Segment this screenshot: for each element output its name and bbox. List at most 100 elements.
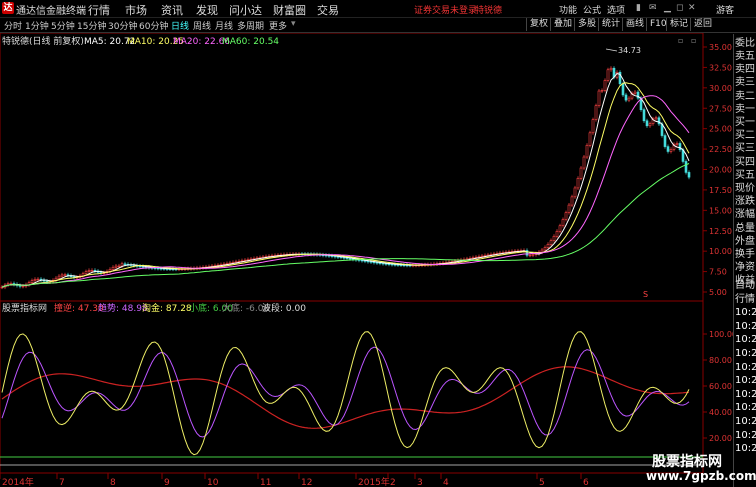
side-item: 买四 — [735, 156, 755, 168]
period-1min[interactable]: 1分钟 — [25, 19, 49, 32]
side-bottom-item: 10:26 — [735, 320, 756, 332]
period-30min[interactable]: 30分钟 — [108, 19, 137, 32]
date-axis-label: 2014年 — [2, 476, 34, 487]
chevron-down-icon[interactable]: ▾ — [291, 19, 296, 29]
indicator-value-2: 趋势: 48.98 — [98, 302, 148, 314]
side-bottom-item: 10:26 — [735, 402, 756, 414]
date-axis-label: 2 — [390, 478, 396, 487]
indicator-axis: 100.00 80.00 60.00 40.00 20.00 — [703, 330, 733, 443]
ma60-line — [1, 163, 690, 288]
date-axis-label: 4 — [443, 478, 449, 487]
period-5min[interactable]: 5分钟 — [51, 19, 75, 32]
indicator-purple-line — [1, 346, 690, 438]
indicator-red-line — [1, 366, 690, 429]
stats-button[interactable]: 统计 — [598, 18, 623, 31]
guest-label[interactable]: 游客 — [716, 3, 734, 16]
user-icon[interactable]: ▮ — [636, 3, 641, 13]
side-item: 买二 — [735, 130, 755, 142]
login-warning[interactable]: 证券交易未登录 — [414, 3, 477, 16]
side-item: 涨跌 — [735, 196, 755, 208]
date-axis-label: 8 — [110, 478, 116, 487]
watermark-title: 股票指标网 — [652, 454, 722, 470]
side-bottom-item: 10:26 — [735, 429, 756, 441]
adjust-button[interactable]: 复权 — [526, 18, 551, 31]
side-bottom-item: 10:26 — [735, 307, 756, 319]
chart-area[interactable]: 特锐德(日线 前复权) MA5: 20.72 MA10: 20.25 MA20:… — [0, 33, 733, 487]
peak-pointer — [605, 48, 618, 52]
period-60min[interactable]: 60分钟 — [139, 19, 168, 32]
price-tick-label: 25.00 — [709, 125, 732, 134]
date-axis-label: 2015年 — [358, 476, 390, 487]
close-icon[interactable]: ✕ — [688, 3, 696, 13]
menu-item-ask[interactable]: 问小达 — [229, 2, 262, 18]
side-item: 买三 — [735, 143, 755, 155]
date-axis-label: 3 — [417, 478, 423, 487]
indicator-value-3: 淘金: 87.28 — [142, 302, 192, 314]
indicator-tick-label: 80.00 — [709, 356, 732, 365]
period-weekly[interactable]: 周线 — [193, 19, 211, 32]
price-tick-label: 35.00 — [709, 43, 732, 52]
menu-function[interactable]: 功能 — [559, 3, 577, 16]
price-axis: 35.00 32.50 30.00 27.50 25.00 22.50 20.00 17.50… — [703, 43, 732, 297]
date-axis-label: 9 — [164, 478, 170, 487]
minimize-icon[interactable]: ▁ — [664, 3, 671, 13]
overlay-button[interactable]: 叠加 — [550, 18, 575, 31]
side-bottom-item: 10:26 — [735, 361, 756, 373]
date-axis: 2014年 7 8 9 10 11 12 2015年 2 3 4 5 6 — [0, 473, 589, 487]
period-more[interactable]: 更多 — [269, 19, 287, 32]
period-daily[interactable]: 日线 — [171, 19, 189, 32]
back-button[interactable]: 返回 — [690, 18, 715, 31]
menu-formula[interactable]: 公式 — [583, 3, 601, 16]
date-axis-label: 5 — [539, 478, 545, 487]
period-multi[interactable]: 多周期 — [237, 19, 264, 32]
stock-tag[interactable]: 特锐德 — [475, 3, 502, 16]
menu-item-news[interactable]: 资讯 — [161, 2, 183, 18]
draw-button[interactable]: 画线 — [622, 18, 647, 31]
side-item: 涨幅 — [735, 209, 755, 221]
side-item: 换手 — [735, 249, 755, 260]
collapse-icon[interactable]: ▫ — [678, 36, 683, 45]
app-name: 通达信金融终端 — [16, 6, 86, 17]
menu-options[interactable]: 选项 — [607, 3, 625, 16]
period-monthly[interactable]: 月线 — [215, 19, 233, 32]
indicator-value-1: 撞逆: 47.30 — [54, 302, 104, 314]
side-bottom-item: 行情 — [735, 293, 755, 305]
ma-labels: MA5: 20.72 MA10: 20.25 MA20: 22.66 MA60:… — [84, 37, 279, 47]
expand-icon[interactable]: ▫ — [691, 36, 696, 45]
menu-bar: 达 通达信金融终端 行情 市场 资讯 发现 问小达 财富圈 交易 证券交易未登录… — [0, 0, 756, 18]
side-item: 卖五 — [735, 51, 755, 62]
price-tick-label: 22.50 — [709, 145, 732, 154]
side-bottom-item: 自动 — [735, 280, 755, 291]
price-tick-label: 7.50 — [709, 268, 727, 277]
price-tick-label: 30.00 — [709, 84, 732, 93]
price-tick-label: 32.50 — [709, 63, 732, 72]
indicator-tick-label: 60.00 — [709, 382, 732, 391]
s-marker: S — [643, 290, 648, 299]
price-tick-label: 10.00 — [709, 247, 732, 256]
side-bottom-item: 10:26 — [735, 388, 756, 400]
indicator-value-6: 波段: 0.00 — [262, 302, 306, 314]
side-item: 卖四 — [735, 64, 755, 76]
menu-item-discover[interactable]: 发现 — [196, 2, 218, 18]
side-item: 买一 — [735, 117, 755, 128]
period-tick[interactable]: 分时 — [4, 19, 22, 32]
price-tick-label: 27.50 — [709, 104, 732, 113]
side-bottom-item: 10:26 — [735, 334, 756, 346]
message-icon[interactable]: ✉ — [649, 3, 657, 13]
menu-item-market[interactable]: 市场 — [125, 2, 147, 18]
multi-stock-button[interactable]: 多股 — [574, 18, 599, 31]
side-bottom-item: 10:26 — [735, 348, 756, 359]
price-tick-label: 15.00 — [709, 206, 732, 215]
side-item: 委比 — [735, 38, 755, 49]
menu-item-wealth[interactable]: 财富圈 — [273, 2, 306, 18]
period-toolbar: 分时 1分钟 5分钟 15分钟 30分钟 60分钟 日线 周线 月线 多周期 更… — [0, 18, 756, 33]
restore-icon[interactable]: ◻ — [676, 3, 683, 13]
watermark-url: www.7gpzb.com — [646, 469, 756, 483]
menu-item-trade[interactable]: 交易 — [317, 2, 339, 18]
period-15min[interactable]: 15分钟 — [77, 19, 106, 32]
mark-button[interactable]: 标记 — [666, 18, 691, 31]
side-item: 总量 — [735, 222, 755, 234]
indicator-tick-label: 40.00 — [709, 408, 732, 417]
date-axis-label: 11 — [260, 478, 271, 487]
menu-item-quotes[interactable]: 行情 — [88, 2, 110, 18]
